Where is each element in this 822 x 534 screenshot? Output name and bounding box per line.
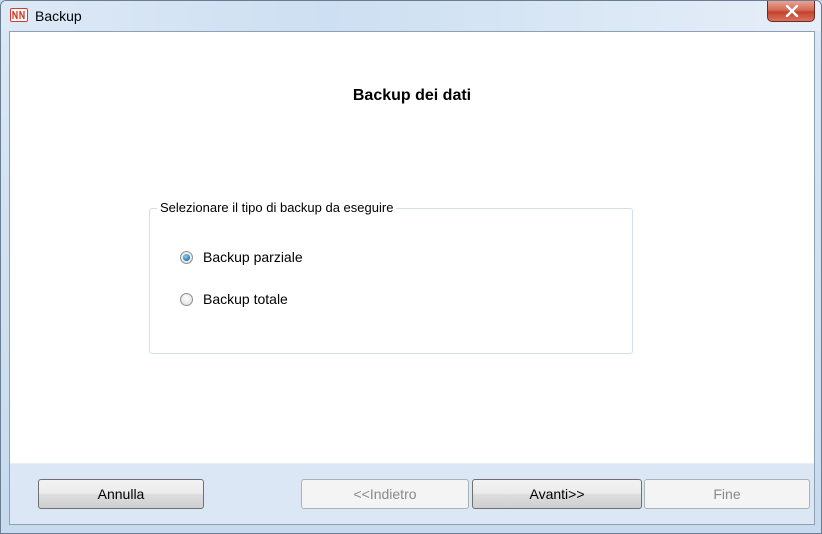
- backup-type-groupbox: Selezionare il tipo di backup da eseguir…: [149, 200, 633, 354]
- radio-option-full[interactable]: Backup totale: [180, 290, 288, 308]
- groupbox-label: Selezionare il tipo di backup da eseguir…: [157, 200, 397, 215]
- radio-label-partial[interactable]: Backup parziale: [203, 249, 303, 265]
- finish-button[interactable]: Fine: [644, 479, 810, 509]
- page-title: Backup dei dati: [352, 87, 472, 104]
- radio-button-partial[interactable]: [180, 250, 193, 264]
- radio-button-full[interactable]: [180, 292, 193, 306]
- button-bar: Annulla <<Indietro Avanti>> Fine: [10, 463, 814, 524]
- cancel-button[interactable]: Annulla: [38, 479, 204, 509]
- window-title: Backup: [35, 8, 82, 24]
- app-logo-icon: [10, 8, 28, 22]
- next-button[interactable]: Avanti>>: [472, 479, 642, 509]
- radio-option-partial[interactable]: Backup parziale: [180, 248, 303, 266]
- close-icon: [785, 5, 799, 17]
- back-button[interactable]: <<Indietro: [301, 479, 469, 509]
- radio-label-full[interactable]: Backup totale: [203, 291, 288, 307]
- close-button[interactable]: [767, 1, 815, 22]
- backup-window: Backup Backup dei dati Selezionare il ti…: [0, 0, 822, 534]
- title-bar[interactable]: Backup: [1, 1, 821, 31]
- dialog-client-area: Backup dei dati Selezionare il tipo di b…: [9, 31, 815, 525]
